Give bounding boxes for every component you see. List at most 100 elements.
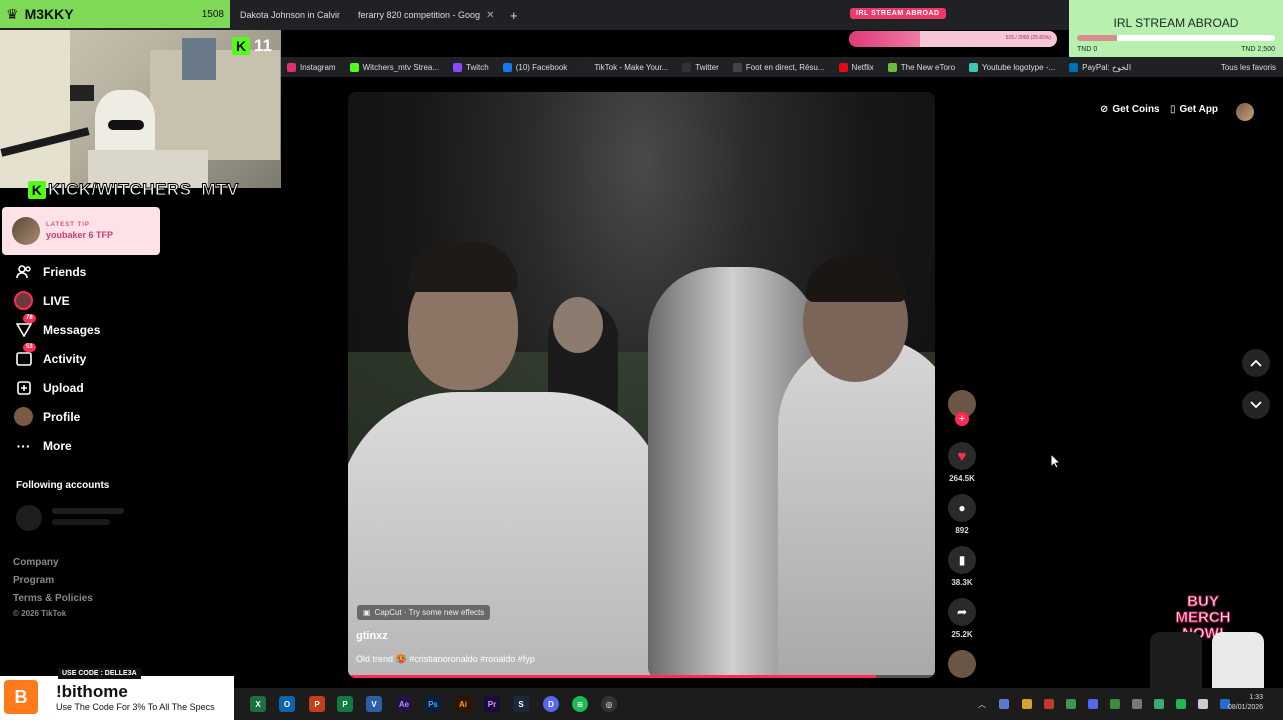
capcut-label: CapCut · Try some new effects (374, 608, 485, 617)
bookmark-item[interactable]: The New eToro (881, 62, 962, 72)
player2-hair (806, 257, 906, 302)
tray-app-icon[interactable] (1044, 699, 1054, 709)
sponsor-command: !bithome (56, 682, 128, 701)
irl-stream-tag: IRL STREAM ABROAD (850, 8, 946, 19)
player2-shirt (778, 337, 935, 677)
bookmark-item[interactable]: Twitter (675, 62, 726, 72)
visio-icon[interactable]: V (366, 696, 382, 712)
coin-icon: ⊘ (1100, 104, 1109, 115)
streamer-name: M3KKY (24, 6, 74, 22)
goal-text: 515 / 2000 (25.65%) (1005, 35, 1051, 41)
like-button[interactable]: ♥ 264.5K (940, 442, 984, 483)
share-button[interactable]: ➦ 25.2K (940, 598, 984, 639)
outlook-icon[interactable]: O (279, 696, 295, 712)
footer-link-program[interactable]: Program (13, 575, 54, 586)
bookmark-item[interactable]: Instagram (280, 62, 343, 72)
get-app-button[interactable]: ▯ Get App (1170, 104, 1218, 115)
new-tab-button[interactable]: + (502, 4, 526, 26)
illustrator-icon[interactable]: Ai (455, 696, 471, 712)
goal-bar-fill (849, 31, 920, 47)
bookmark-item[interactable]: Youtube logotype -... (962, 62, 1062, 72)
bookmark-label: Twitch (466, 62, 489, 72)
bookmark-favicon-icon (838, 62, 848, 72)
excel-icon[interactable]: X (250, 696, 266, 712)
more-dots-icon: ··· (16, 437, 31, 454)
sponsor-code: USE CODE : DELLE3A (58, 668, 141, 679)
browser-tab[interactable]: Dakota Johnson in Calvin ✕ (232, 4, 340, 26)
sidebar-item-friends[interactable]: Friends (14, 262, 86, 281)
follow-plus-icon[interactable]: + (955, 412, 969, 426)
sidebar-item-activity[interactable]: 53 Activity (14, 343, 86, 368)
browser-tab[interactable]: ferarry 820 competition - Goog ✕ (344, 4, 496, 26)
tray-app-icon[interactable] (1176, 699, 1186, 709)
irl-goal-title: IRL STREAM ABROAD (1113, 16, 1239, 30)
powerpoint-icon[interactable]: P (309, 696, 325, 712)
bookmark-favicon-icon (349, 62, 359, 72)
tray-app-icon[interactable] (1066, 699, 1076, 709)
chevron-down-icon (1250, 401, 1262, 409)
tray-app-icon[interactable] (1022, 699, 1032, 709)
premiere-icon[interactable]: Pr (484, 696, 500, 712)
bookmark-favicon-icon (502, 62, 512, 72)
video-author[interactable]: gtinxz (356, 630, 388, 642)
publisher-icon[interactable]: P (337, 696, 353, 712)
sidebar-item-messages[interactable]: 78 Messages (14, 314, 100, 339)
tray-app-icon[interactable] (1198, 699, 1208, 709)
sidebar-item-profile[interactable]: Profile (14, 407, 80, 426)
tray-expand-icon[interactable]: ︿ (978, 699, 988, 709)
get-coins-button[interactable]: ⊘ Get Coins (1100, 104, 1160, 115)
video-player[interactable]: ▣ CapCut · Try some new effects gtinxz O… (348, 92, 935, 678)
messages-icon: 78 (14, 314, 36, 339)
tray-app-icon[interactable] (1110, 699, 1120, 709)
sidebar-item-more[interactable]: ··· More (14, 436, 72, 455)
user-avatar[interactable] (1236, 103, 1254, 121)
mouse-cursor-icon (1050, 453, 1060, 469)
close-tab-icon[interactable]: ✕ (486, 10, 494, 21)
capcut-icon: ▣ (363, 608, 371, 617)
chrome-icon[interactable]: ◎ (601, 696, 617, 712)
next-video-button[interactable] (1242, 391, 1270, 419)
spotify-icon[interactable]: ≋ (572, 696, 588, 712)
streamer-count: 1508 (201, 8, 224, 20)
music-disc-button[interactable] (940, 650, 984, 678)
bookmark-item[interactable]: Foot en direct, Résu... (726, 62, 832, 72)
capcut-badge[interactable]: ▣ CapCut · Try some new effects (357, 605, 491, 620)
sidebar-item-upload[interactable]: Upload (14, 378, 84, 397)
tray-app-icon[interactable] (1132, 699, 1142, 709)
tab-title: ferarry 820 competition - Goog (358, 10, 481, 20)
bookmark-item[interactable]: TikTok - Make Your... (574, 62, 675, 72)
tiktok-sidebar: Friends LIVE 78 Messages 53 Activity Upl… (0, 258, 280, 688)
music-disc-icon (948, 650, 976, 678)
save-button[interactable]: ▮ 38.3K (940, 546, 984, 587)
donation-goal-bar: 515 / 2000 (25.65%) (849, 31, 1057, 47)
bookmark-item[interactable]: (10) Facebook (496, 62, 575, 72)
previous-video-button[interactable] (1242, 349, 1270, 377)
tray-app-icon[interactable] (1154, 699, 1164, 709)
taskbar-clock[interactable]: 1:33 08/01/2026 (1228, 693, 1263, 713)
activity-icon: 53 (14, 343, 36, 368)
creator-avatar-button[interactable]: + (940, 390, 984, 426)
footer-link-terms[interactable]: Terms & Policies (13, 593, 93, 604)
bookmark-label: Youtube logotype -... (982, 62, 1056, 72)
discord-icon[interactable]: D (543, 696, 559, 712)
steam-icon[interactable]: S (513, 696, 529, 712)
all-bookmarks-folder[interactable]: Tous les favoris (1214, 63, 1283, 72)
video-progress-bar[interactable] (348, 675, 935, 678)
tray-app-icon[interactable] (1088, 699, 1098, 709)
tray-app-icon[interactable] (999, 699, 1009, 709)
clock-date: 08/01/2026 (1228, 704, 1264, 711)
after-effects-icon[interactable]: Ae (396, 696, 412, 712)
player-shirt (348, 392, 668, 678)
bookmark-item[interactable]: PayPal: الخوخ (1062, 62, 1138, 72)
phone-icon: ▯ (1170, 104, 1176, 115)
photoshop-icon[interactable]: Ps (425, 696, 441, 712)
bookmark-item[interactable]: Netflix (832, 62, 881, 72)
kick-viewer-count: 11 (254, 36, 272, 55)
comment-button[interactable]: ● 892 (940, 494, 984, 535)
bookmark-item[interactable]: Witchers_mtv Strea... (343, 62, 446, 72)
bookmark-item[interactable]: Twitch (446, 62, 496, 72)
share-icon: ➦ (948, 598, 976, 626)
sidebar-item-live[interactable]: LIVE (14, 291, 70, 310)
footer-link-company[interactable]: Company (13, 557, 59, 568)
chevron-up-icon (1250, 359, 1262, 367)
